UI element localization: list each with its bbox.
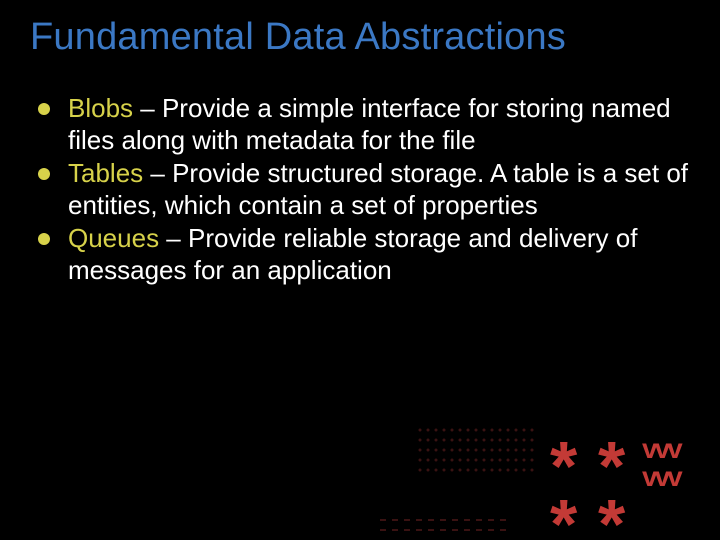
- svg-text:*: *: [550, 427, 578, 505]
- bullet-rest: – Provide a simple interface for storing…: [68, 93, 671, 156]
- svg-text:*: *: [598, 485, 626, 540]
- slide: Fundamental Data Abstractions Blobs – Pr…: [0, 0, 720, 540]
- bullet-lead: Blobs: [68, 93, 133, 123]
- list-item: Blobs – Provide a simple interface for s…: [34, 92, 690, 157]
- bullet-rest: – Provide structured storage. A table is…: [68, 158, 688, 221]
- svg-text:vvv: vvv: [642, 461, 683, 492]
- svg-text:vvv: vvv: [642, 433, 683, 464]
- bullet-lead: Tables: [68, 158, 143, 188]
- bullet-list: Blobs – Provide a simple interface for s…: [30, 92, 690, 287]
- svg-text:*: *: [550, 485, 578, 540]
- slide-title: Fundamental Data Abstractions: [30, 18, 690, 58]
- bullet-lead: Queues: [68, 223, 159, 253]
- list-item: Tables – Provide structured storage. A t…: [34, 157, 690, 222]
- decorative-pattern: * * * * vvv vvv: [380, 410, 720, 540]
- list-item: Queues – Provide reliable storage and de…: [34, 222, 690, 287]
- svg-text:*: *: [598, 427, 626, 505]
